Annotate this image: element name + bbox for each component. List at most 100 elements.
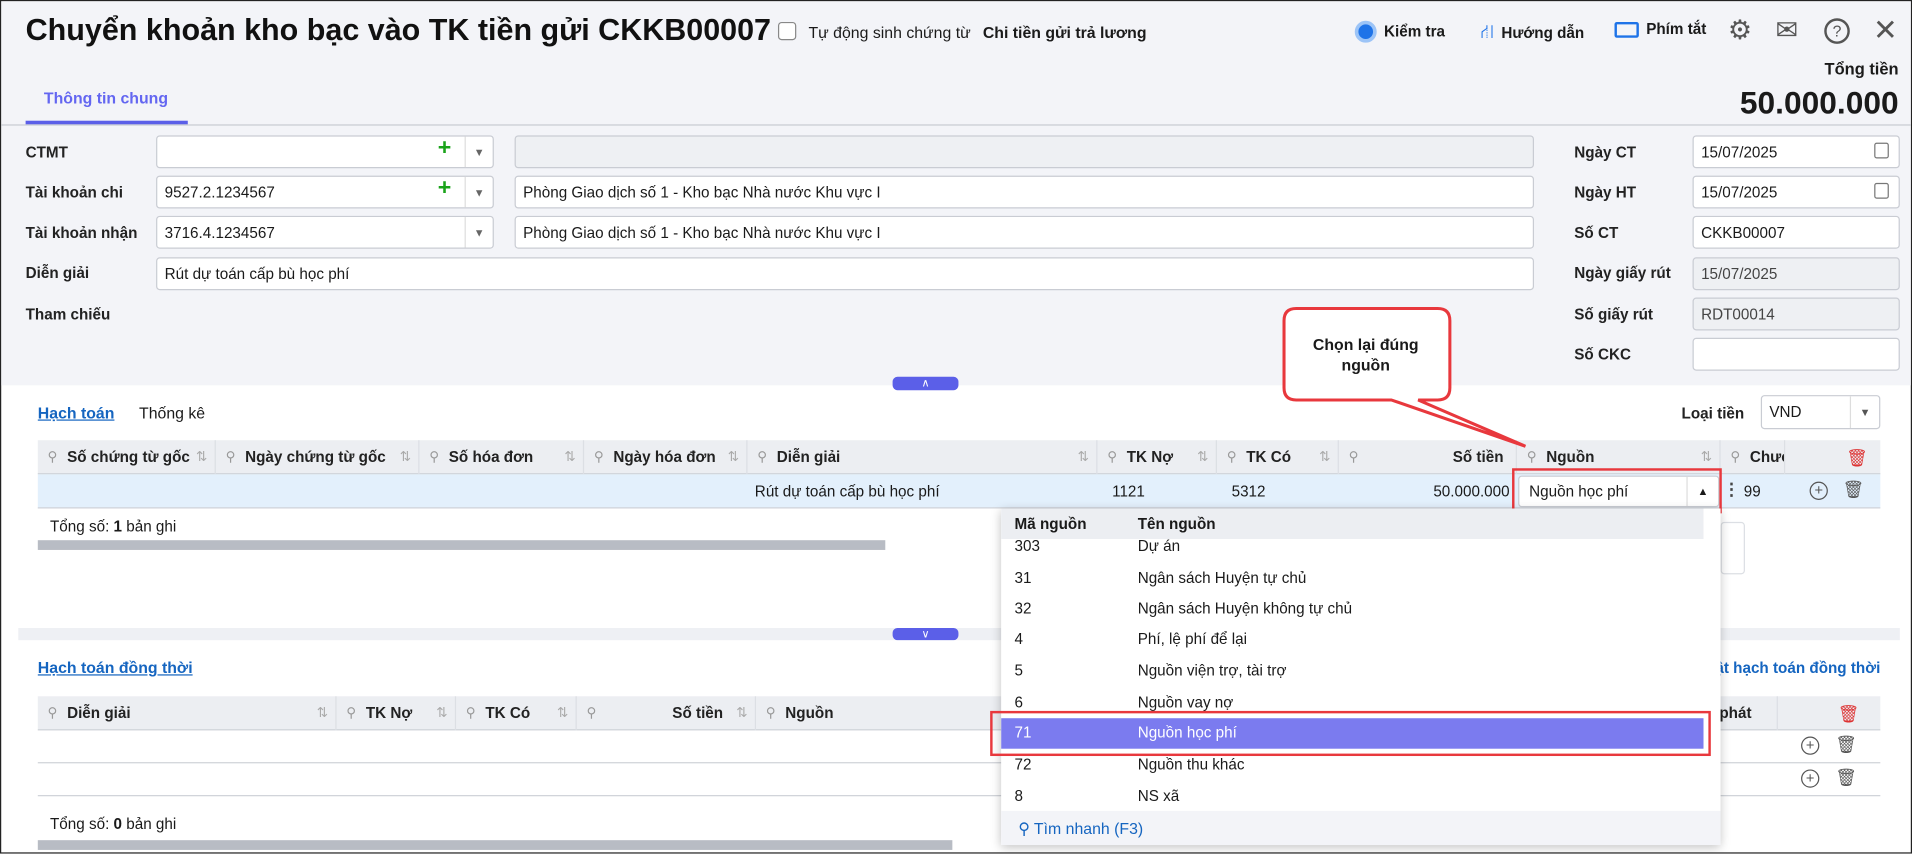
calendar-icon[interactable] [1874, 142, 1889, 159]
tk-chi-name[interactable]: Phòng Giao dịch số 1 - Kho bạc Nhà nước … [514, 175, 1535, 209]
total-label: Tổng tiền [1824, 59, 1899, 79]
search-icon: ⚲ [1018, 819, 1034, 838]
trash-icon[interactable]: 🗑 [1835, 734, 1857, 755]
so-ct-input[interactable]: CKKB00007 [1692, 215, 1900, 249]
keyboard-icon [1614, 21, 1639, 38]
dropdown-header: Mã nguồn Tên nguồn [1001, 508, 1704, 539]
tab-hach-toan[interactable]: Hạch toán [38, 404, 115, 422]
col-header[interactable]: ⚲ Diễn giải ⇅ [747, 440, 1098, 475]
check-button[interactable]: Kiểm tra [1354, 20, 1445, 43]
total-value: 50.000.000 [1739, 84, 1899, 121]
highlight-box [1512, 468, 1722, 514]
add-row-icon[interactable]: + [1801, 769, 1820, 788]
ngay-giay-rut-label: Ngày giấy rút [1574, 264, 1671, 282]
auto-generate-label: Tự động sinh chứng từ [808, 23, 971, 42]
dropdown-option[interactable]: 4 Phí, lệ phí để lại [1001, 624, 1703, 654]
quick-search-button[interactable]: ⚲ Tìm nhanh (F3) [1001, 810, 1721, 846]
col-header[interactable]: phát [1719, 696, 1778, 731]
scrollbar[interactable] [37, 540, 886, 550]
col-header[interactable]: ⚲ TK Nợ ⇅ [1097, 440, 1217, 475]
chevron-down-icon: ▼ [1849, 396, 1879, 429]
concurrent-title[interactable]: Hạch toán đồng thời [38, 658, 193, 676]
trash-icon[interactable]: 🗑 [1835, 767, 1857, 788]
close-icon[interactable]: ✕ [1873, 13, 1898, 48]
col-header[interactable]: ⚲ Số tiền ⇅ [577, 696, 757, 731]
col-header[interactable]: ⚲ Ngày chứng từ gốc ⇅ [216, 440, 420, 475]
flow-icon: ⛙ [1480, 21, 1495, 43]
cell-tk-co[interactable]: 5312 [1224, 474, 1273, 508]
dropdown-option[interactable]: 32 Ngân sách Huyện không tự chủ [1001, 594, 1703, 624]
add-ctmt-icon[interactable]: + [438, 135, 452, 162]
robot-icon [1354, 20, 1377, 43]
col-header[interactable]: ⚲Chươ [1721, 440, 1786, 475]
concurrent-total: Tổng số: 0 bản ghi [49, 815, 177, 833]
trash-icon[interactable]: 🗑 [1843, 479, 1865, 500]
cell-chuong[interactable]: 99 [1736, 474, 1768, 508]
nguon-dropdown: Mã nguồn Tên nguồn 303 Dự án 31 Ngân sách H… [1001, 508, 1721, 846]
ngay-ht-label: Ngày HT [1574, 184, 1637, 202]
so-ct-label: Số CT [1574, 224, 1619, 242]
add-row-icon[interactable]: + [1809, 481, 1828, 500]
cell-dien-giai[interactable]: Rút dự toán cấp bù học phí [747, 474, 946, 508]
currency-select[interactable]: VND ▼ [1760, 395, 1881, 430]
col-header[interactable]: ⚲ TK Có ⇅ [456, 696, 577, 731]
currency-label: Loại tiền [1681, 404, 1745, 422]
callout-text: Chọn lại đúng nguồn [1312, 335, 1419, 375]
chevron-down-icon[interactable]: ▼ [464, 136, 493, 168]
divider [1, 124, 1911, 126]
scrollbar[interactable] [37, 840, 953, 850]
dropdown-option[interactable]: 5 Nguồn viện trợ, tài trợ [1001, 656, 1703, 686]
ngay-ct-input[interactable]: 15/07/2025 [1692, 135, 1900, 169]
tk-nhan-combo[interactable]: 3716.4.1234567 [156, 215, 494, 249]
dien-giai-input[interactable]: Rút dự toán cấp bù học phí [156, 257, 1535, 291]
col-header[interactable]: ⚲ Số hóa đơn ⇅ [419, 440, 585, 475]
ctmt-label: CTMT [25, 143, 68, 161]
tk-nhan-label: Tài khoản nhận [25, 224, 138, 242]
so-giay-rut-label: Số giấy rút [1574, 306, 1654, 324]
tab-thong-ke[interactable]: Thống kê [139, 404, 205, 422]
dropdown-option[interactable]: 303 Dự án [1001, 539, 1703, 556]
delete-all-icon[interactable]: 🗑 [1838, 704, 1860, 725]
delete-all-icon[interactable]: 🗑 [1846, 448, 1868, 469]
ctmt-name [514, 135, 1535, 169]
mail-icon[interactable]: ✉ [1775, 15, 1797, 47]
expand-button[interactable]: ∨ [892, 627, 959, 641]
dropdown-option[interactable]: 31 Ngân sách Huyện tự chủ [1001, 563, 1703, 593]
guide-button[interactable]: ⛙ Hướng dẫn [1480, 21, 1584, 45]
dropdown-option[interactable]: 8 NS xã [1001, 782, 1703, 812]
voucher-window: Chuyển khoản kho bạc vào TK tiền gửi CKK… [0, 0, 1912, 854]
dien-giai-label: Diễn giải [25, 264, 90, 282]
add-row-icon[interactable]: + [1801, 736, 1820, 755]
page-title: Chuyển khoản kho bạc vào TK tiền gửi CKK… [25, 13, 772, 48]
chevron-down-icon[interactable]: ▼ [464, 176, 493, 208]
col-header[interactable]: ⚲ Diễn giải ⇅ [38, 696, 337, 731]
detail-total: Tổng số: 1 bản ghi [49, 518, 177, 536]
auto-generate-checkbox[interactable] [777, 21, 797, 41]
calendar-icon[interactable] [1874, 182, 1889, 199]
gear-icon[interactable]: ⚙ [1728, 15, 1752, 47]
collapse-button[interactable]: ∧ [892, 376, 959, 391]
add-tk-chi-icon[interactable]: + [438, 176, 452, 203]
col-header[interactable]: ⚲ Ngày hóa đơn ⇅ [584, 440, 748, 475]
so-ckc-label: Số CKC [1574, 346, 1631, 364]
ngay-ct-label: Ngày CT [1574, 143, 1637, 161]
tk-chi-label: Tài khoản chi [25, 184, 124, 202]
hidden-panel [1720, 521, 1745, 575]
chevron-down-icon[interactable]: ▼ [464, 217, 493, 248]
col-header[interactable]: ⚲ TK Nợ ⇅ [337, 696, 457, 731]
col-header[interactable]: ⚲ Số chứng từ gốc ⇅ [38, 440, 216, 475]
so-giay-rut-input: RDT00014 [1692, 297, 1900, 331]
ngay-giay-rut-input: 15/07/2025 [1692, 257, 1900, 291]
tab-general[interactable]: Thông tin chung [44, 89, 168, 107]
auto-generate-type[interactable]: Chi tiền gửi trả lương [983, 23, 1147, 41]
ngay-ht-input[interactable]: 15/07/2025 [1692, 175, 1900, 209]
help-icon[interactable]: ? [1824, 18, 1850, 44]
cell-tk-no[interactable]: 1121 [1105, 474, 1152, 508]
shortcuts-button[interactable]: Phím tắt [1614, 21, 1706, 38]
tham-chieu-label: Tham chiếu [25, 306, 111, 324]
tk-nhan-name[interactable]: Phòng Giao dịch số 1 - Kho bạc Nhà nước … [514, 215, 1535, 249]
so-ckc-input[interactable] [1692, 337, 1900, 371]
highlight-box [990, 710, 1711, 757]
cell-so-tien[interactable]: 50.000.000 [1339, 474, 1517, 508]
callout-bubble [1282, 306, 1527, 448]
